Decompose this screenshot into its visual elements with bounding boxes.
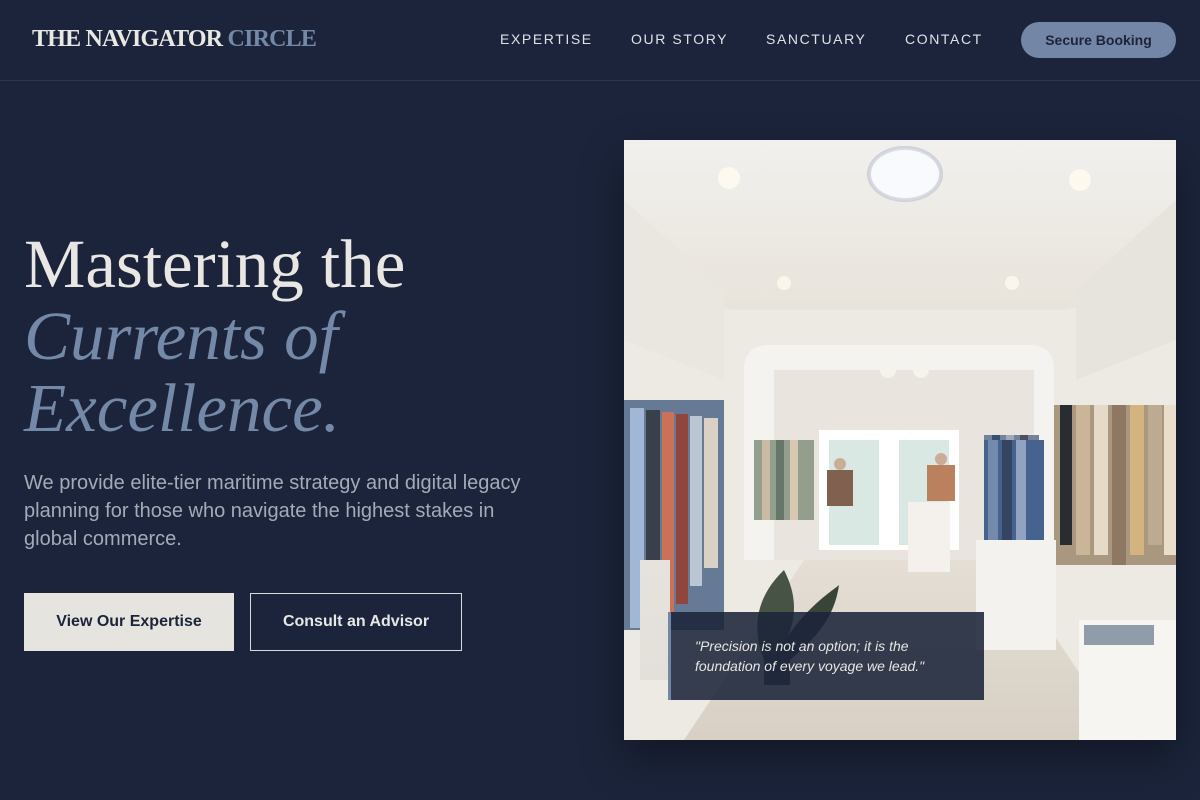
nav-item-sanctuary[interactable]: SANCTUARY (766, 31, 867, 47)
hero-headline: Mastering the Currents of Excellence. (24, 228, 405, 444)
view-expertise-button[interactable]: View Our Expertise (24, 593, 234, 651)
nav-item-our-story[interactable]: OUR STORY (631, 31, 728, 47)
quote-overlay: "Precision is not an option; it is the f… (668, 612, 984, 700)
headline-line-3: Excellence. (24, 370, 340, 446)
boutique-interior-image: "Precision is not an option; it is the f… (624, 140, 1176, 740)
quote-text: "Precision is not an option; it is the f… (695, 638, 925, 674)
nav-item-contact[interactable]: CONTACT (905, 31, 983, 47)
brand-logo[interactable]: THE NAVIGATOR CIRCLE (32, 26, 317, 53)
nav-item-expertise[interactable]: EXPERTISE (500, 31, 593, 47)
headline-line-2: Currents of (24, 298, 338, 374)
hero-description: We provide elite-tier maritime strategy … (24, 472, 521, 550)
secure-booking-button[interactable]: Secure Booking (1021, 22, 1176, 58)
brand-name-accent: CIRCLE (227, 26, 317, 52)
headline-line-1: Mastering the (24, 226, 406, 302)
consult-advisor-button[interactable]: Consult an Advisor (250, 593, 462, 651)
site-header: THE NAVIGATOR CIRCLE EXPERTISE OUR STORY… (0, 0, 1200, 81)
brand-name-main: THE NAVIGATOR (32, 26, 223, 52)
